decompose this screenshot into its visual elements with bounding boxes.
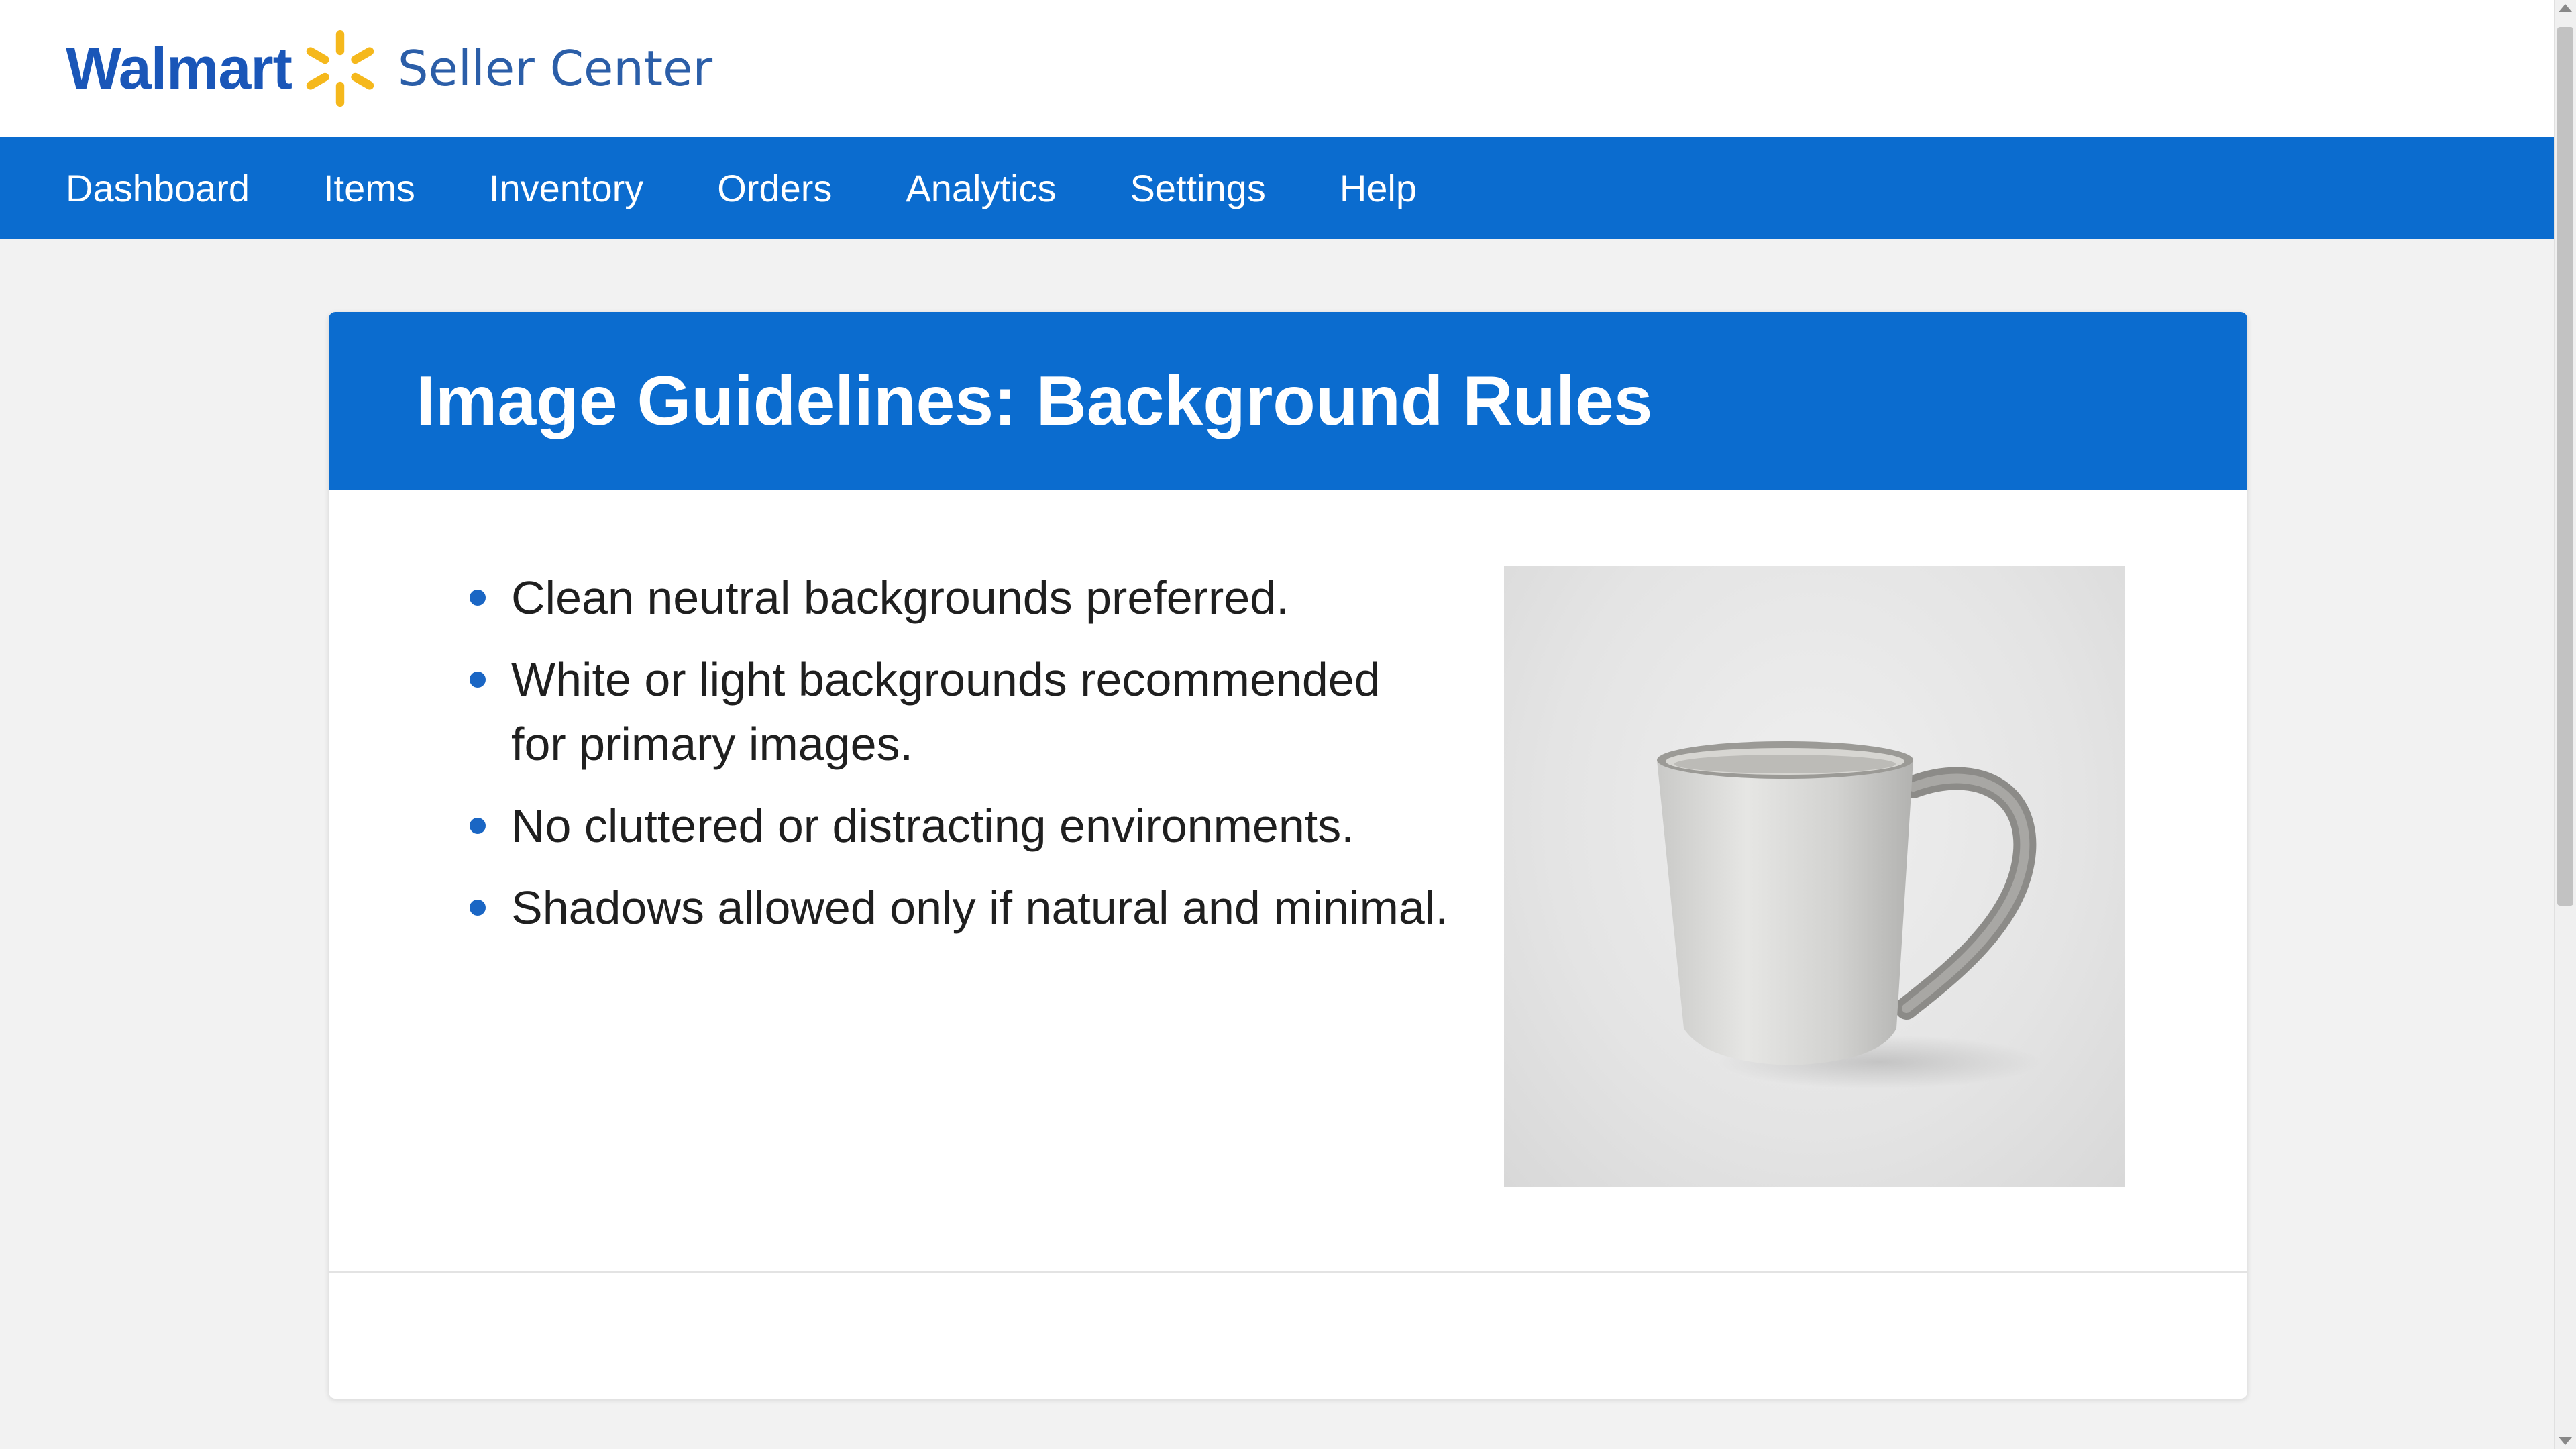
nav-item-items[interactable]: Items bbox=[323, 166, 415, 210]
guidelines-card: Image Guidelines: Background Rules Clean… bbox=[329, 312, 2247, 1399]
nav-item-dashboard[interactable]: Dashboard bbox=[66, 166, 250, 210]
scroll-up-icon[interactable] bbox=[2559, 4, 2572, 12]
logo-product-text: Seller Center bbox=[397, 40, 713, 97]
bullet-icon bbox=[470, 672, 486, 688]
bullet-icon bbox=[470, 900, 486, 916]
mug-icon bbox=[1657, 741, 2041, 1089]
bullet-icon bbox=[470, 590, 486, 606]
logo-brand-text: Walmart bbox=[66, 35, 292, 101]
walmart-spark-icon bbox=[306, 30, 374, 107]
vertical-scrollbar[interactable] bbox=[2554, 0, 2576, 1449]
scrollbar-thumb[interactable] bbox=[2557, 27, 2573, 906]
nav-item-analytics[interactable]: Analytics bbox=[906, 166, 1056, 210]
main-nav: Dashboard Items Inventory Orders Analyti… bbox=[0, 137, 2555, 239]
list-item: No cluttered or distracting environments… bbox=[470, 794, 1476, 858]
nav-item-inventory[interactable]: Inventory bbox=[489, 166, 643, 210]
top-header: Walmart Seller Center bbox=[0, 0, 2555, 137]
walmart-seller-center-logo[interactable]: Walmart Seller Center bbox=[66, 30, 712, 107]
guidelines-list: Clean neutral backgrounds preferred. Whi… bbox=[470, 566, 1476, 957]
card-divider bbox=[329, 1271, 2247, 1273]
page: Walmart Seller Center Dashboard Items In… bbox=[0, 0, 2576, 1449]
list-item-text: No cluttered or distracting environments… bbox=[511, 800, 1354, 852]
list-item-text: Shadows allowed only if natural and mini… bbox=[511, 881, 1448, 934]
list-item-text: Clean neutral backgrounds preferred. bbox=[511, 572, 1289, 624]
nav-item-help[interactable]: Help bbox=[1340, 166, 1417, 210]
list-item-text-line1: White or light backgrounds recommended bbox=[511, 653, 1381, 706]
example-product-image bbox=[1504, 566, 2125, 1187]
list-item: White or light backgrounds recommended f… bbox=[470, 647, 1476, 776]
bullet-icon bbox=[470, 818, 486, 834]
list-item: Clean neutral backgrounds preferred. bbox=[470, 566, 1476, 630]
nav-item-orders[interactable]: Orders bbox=[717, 166, 832, 210]
card-title: Image Guidelines: Background Rules bbox=[416, 362, 1653, 440]
card-header: Image Guidelines: Background Rules bbox=[329, 312, 2247, 490]
list-item: Shadows allowed only if natural and mini… bbox=[470, 875, 1476, 940]
list-item-text-line2: for primary images. bbox=[511, 718, 914, 770]
nav-item-settings[interactable]: Settings bbox=[1130, 166, 1265, 210]
scroll-down-icon[interactable] bbox=[2559, 1437, 2572, 1445]
